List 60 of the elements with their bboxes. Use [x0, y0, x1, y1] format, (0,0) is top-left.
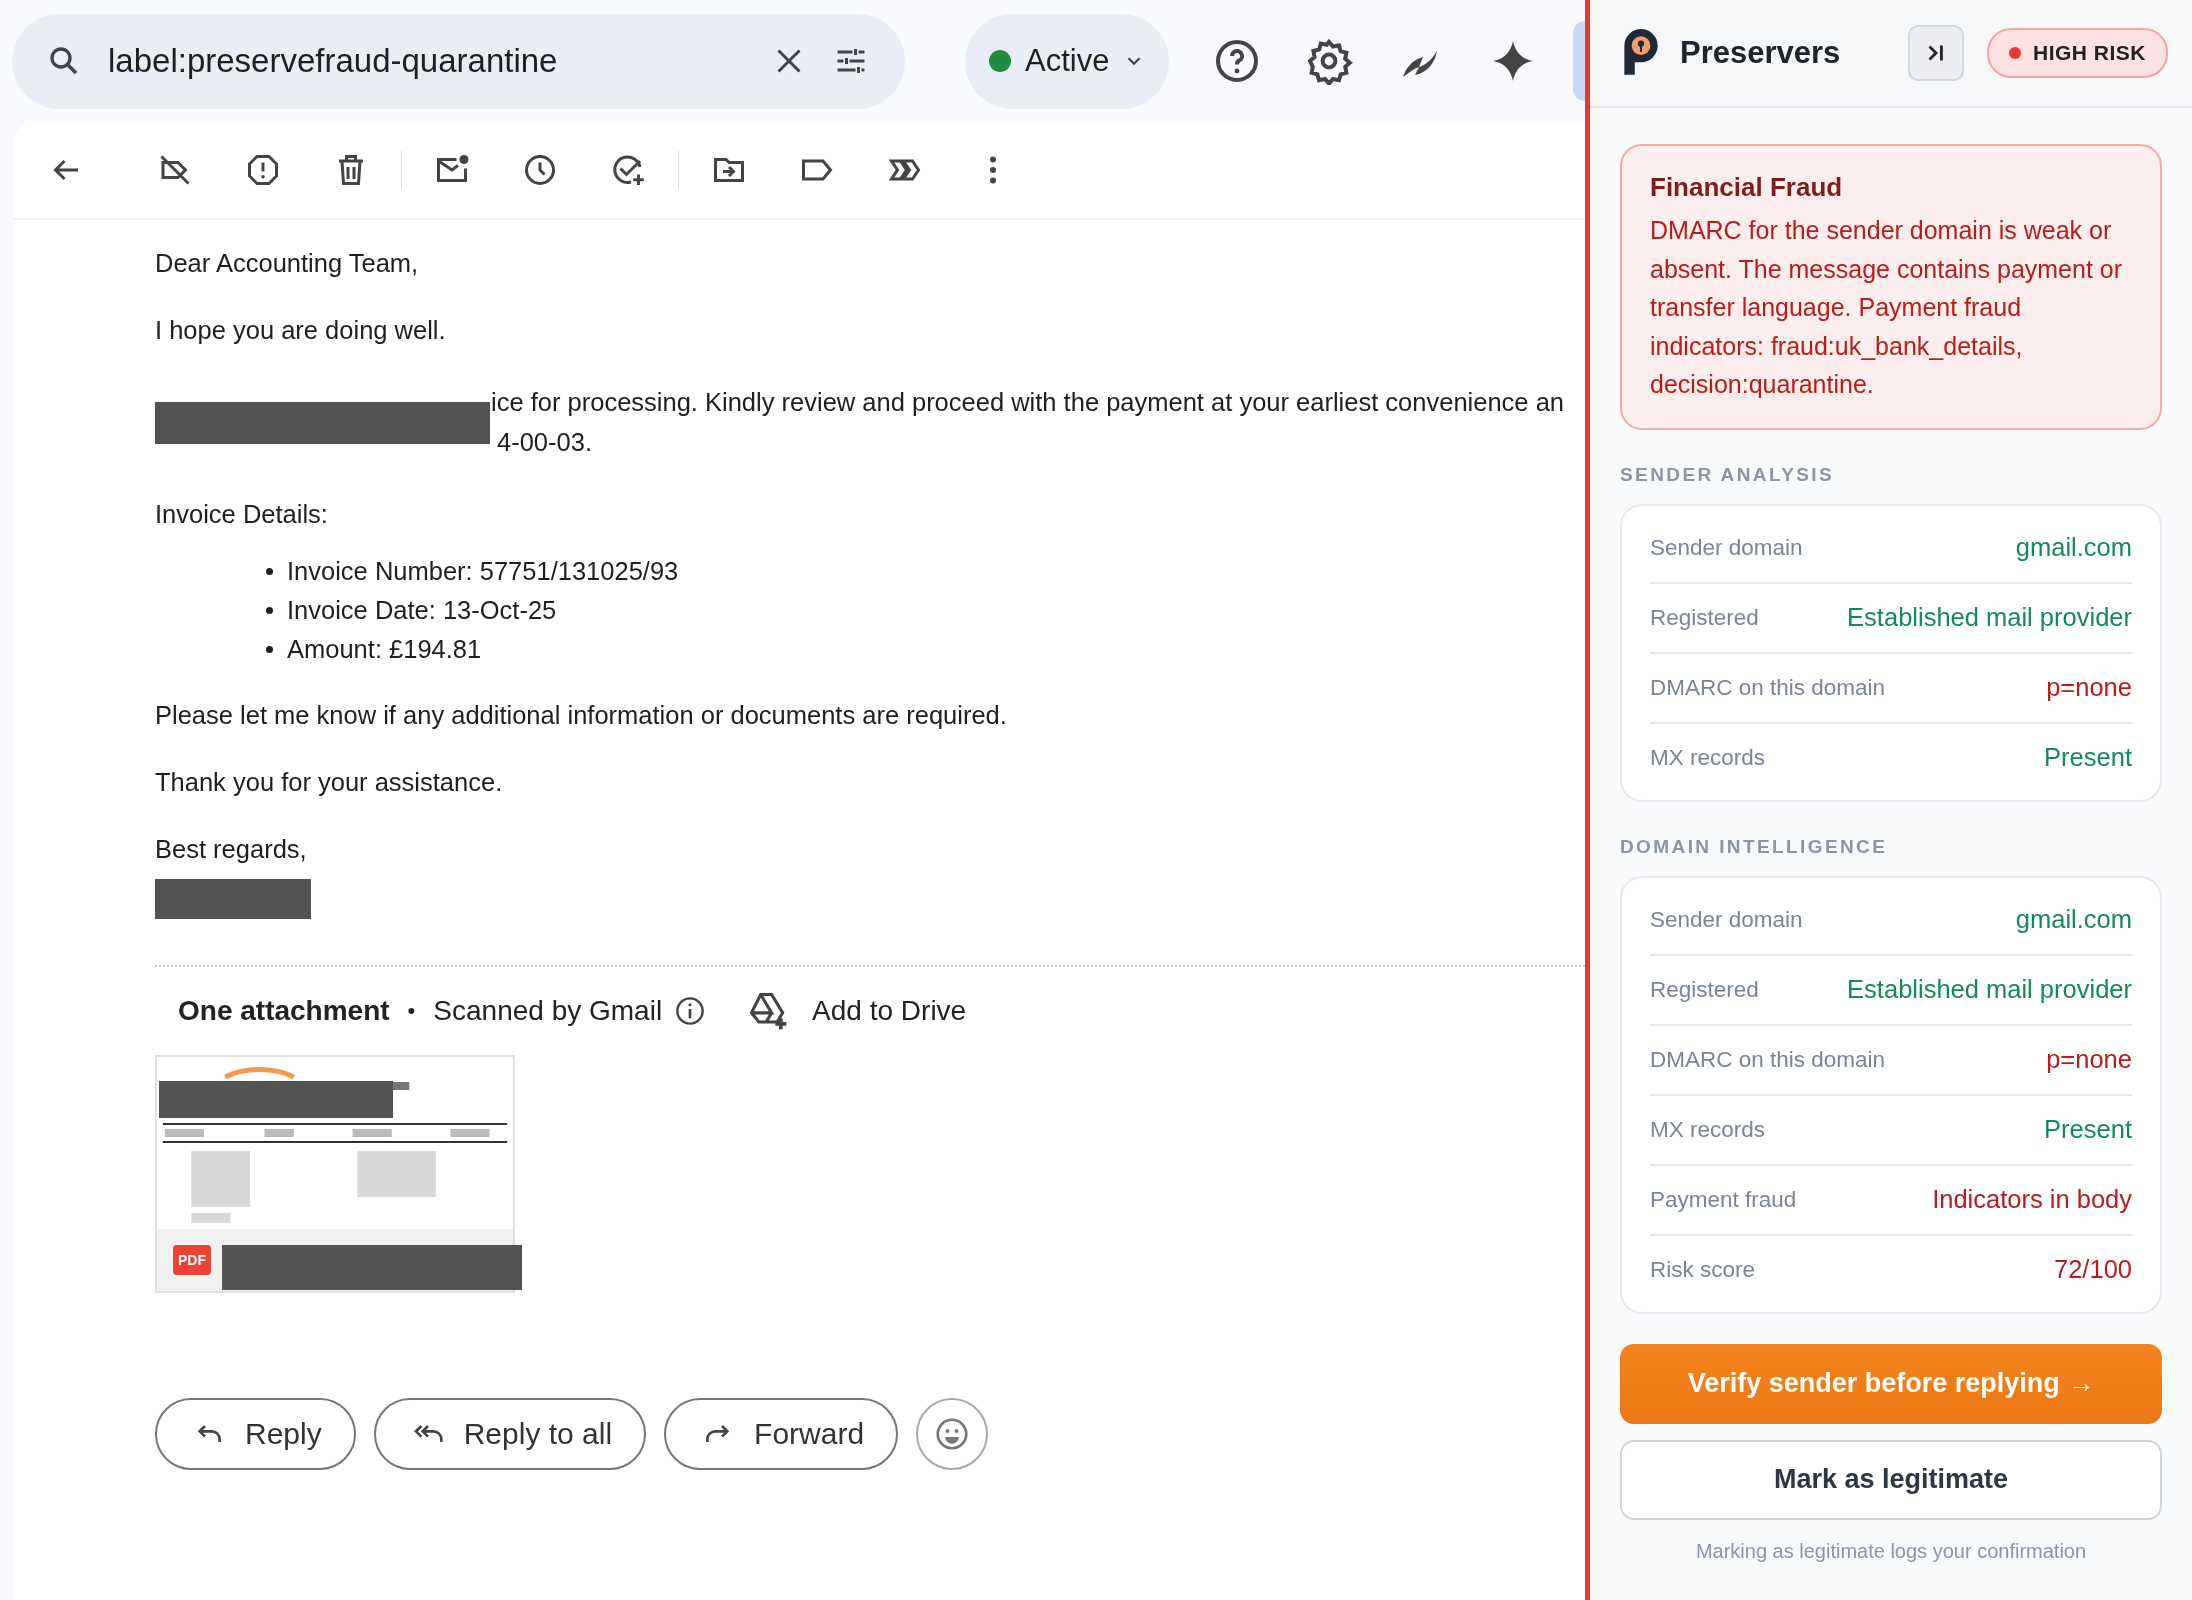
- body-paragraph: Thank you for your assistance.: [155, 767, 504, 797]
- add-task-icon[interactable]: [610, 152, 646, 188]
- bullet-icon: [266, 606, 273, 614]
- info-icon[interactable]: [674, 995, 707, 1027]
- row-label: DMARC on this domain: [1650, 1046, 1886, 1073]
- collapse-button[interactable]: [1908, 25, 1965, 81]
- row-label: DMARC on this domain: [1650, 674, 1886, 701]
- row-value: p=none: [2046, 673, 2132, 702]
- report-spam-icon[interactable]: [245, 152, 281, 188]
- footnote: Marking as legitimate logs your confirmation: [1694, 1539, 2088, 1563]
- body-paragraph: Invoice Details:: [155, 499, 329, 529]
- status-button[interactable]: Active: [965, 13, 1170, 109]
- alert-text: DMARC for the sender domain is weak or absent. The message contains payment or transfer language. Payment fraud indicators: fraud:uk_bank_details, decision:quarantine.: [1650, 215, 2124, 400]
- mark-legitimate-button[interactable]: Mark as legitimate: [1620, 1439, 2162, 1520]
- body-text-line: 4-00-03.: [497, 427, 592, 458]
- row-label: Risk score: [1650, 1256, 1756, 1283]
- clock-icon[interactable]: [522, 152, 558, 188]
- row-label: MX records: [1650, 744, 1766, 771]
- body-text-line: ice for processing. Kindly review and proceed with the payment at your earliest convenience an: [491, 387, 1564, 418]
- list-item: Amount: £194.81: [287, 634, 482, 664]
- body-paragraph: Please let me know if any additional information or documents are required.: [155, 700, 1008, 730]
- section-title: DOMAIN INTELLIGENCE: [1620, 835, 1889, 858]
- search-field[interactable]: label:preservefraud-quarantine: [12, 13, 905, 109]
- list-item: Invoice Date: 13-Oct-25: [287, 595, 557, 625]
- row-value: Present: [2044, 743, 2132, 772]
- row-value: gmail.com: [2015, 533, 2132, 562]
- row-label: MX records: [1650, 1116, 1766, 1143]
- forward-button[interactable]: Forward: [664, 1398, 899, 1470]
- bullet-icon: [266, 567, 273, 575]
- row-label: Registered: [1650, 976, 1759, 1003]
- row-label: Sender domain: [1650, 906, 1803, 933]
- row-label: Registered: [1650, 604, 1759, 631]
- body-paragraph: I hope you are doing well.: [155, 315, 447, 345]
- list-item: Invoice Number: 57751/131025/93: [287, 556, 679, 586]
- row-value: gmail.com: [2015, 905, 2132, 934]
- row-value: Established mail provider: [1847, 975, 2132, 1004]
- reply-all-button[interactable]: Reply to all: [373, 1398, 647, 1470]
- smiley-icon: [934, 1416, 971, 1452]
- row-value: 72/100: [2054, 1255, 2132, 1284]
- reply-button[interactable]: Reply: [155, 1398, 356, 1470]
- settings-icon[interactable]: [1305, 37, 1354, 85]
- body-paragraph: Best regards,: [155, 834, 308, 864]
- brand-name: Preservers: [1680, 35, 1841, 71]
- scan-note: Scanned by Gmail: [433, 995, 663, 1027]
- section-title: SENDER ANALYSIS: [1620, 463, 1836, 486]
- risk-badge: HIGH RISK: [1987, 28, 2168, 78]
- row-label: Payment fraud: [1650, 1186, 1797, 1213]
- pdf-badge: PDF: [173, 1245, 211, 1275]
- attachment-count: One attachment: [178, 995, 390, 1027]
- add-to-drive-link[interactable]: Add to Drive: [746, 989, 967, 1033]
- row-value: p=none: [2046, 1045, 2132, 1074]
- search-query: label:preservefraud-quarantine: [108, 42, 559, 80]
- row-label: Sender domain: [1650, 534, 1803, 561]
- row-value: Present: [2044, 1115, 2132, 1144]
- alert-title: Financial Fraud: [1650, 172, 1844, 203]
- separator-dot: •: [407, 998, 416, 1024]
- bullet-icon: [266, 645, 273, 653]
- body-paragraph: Dear Accounting Team,: [155, 248, 420, 278]
- row-value: Indicators in body: [1932, 1185, 2132, 1214]
- row-value: Established mail provider: [1847, 603, 2132, 632]
